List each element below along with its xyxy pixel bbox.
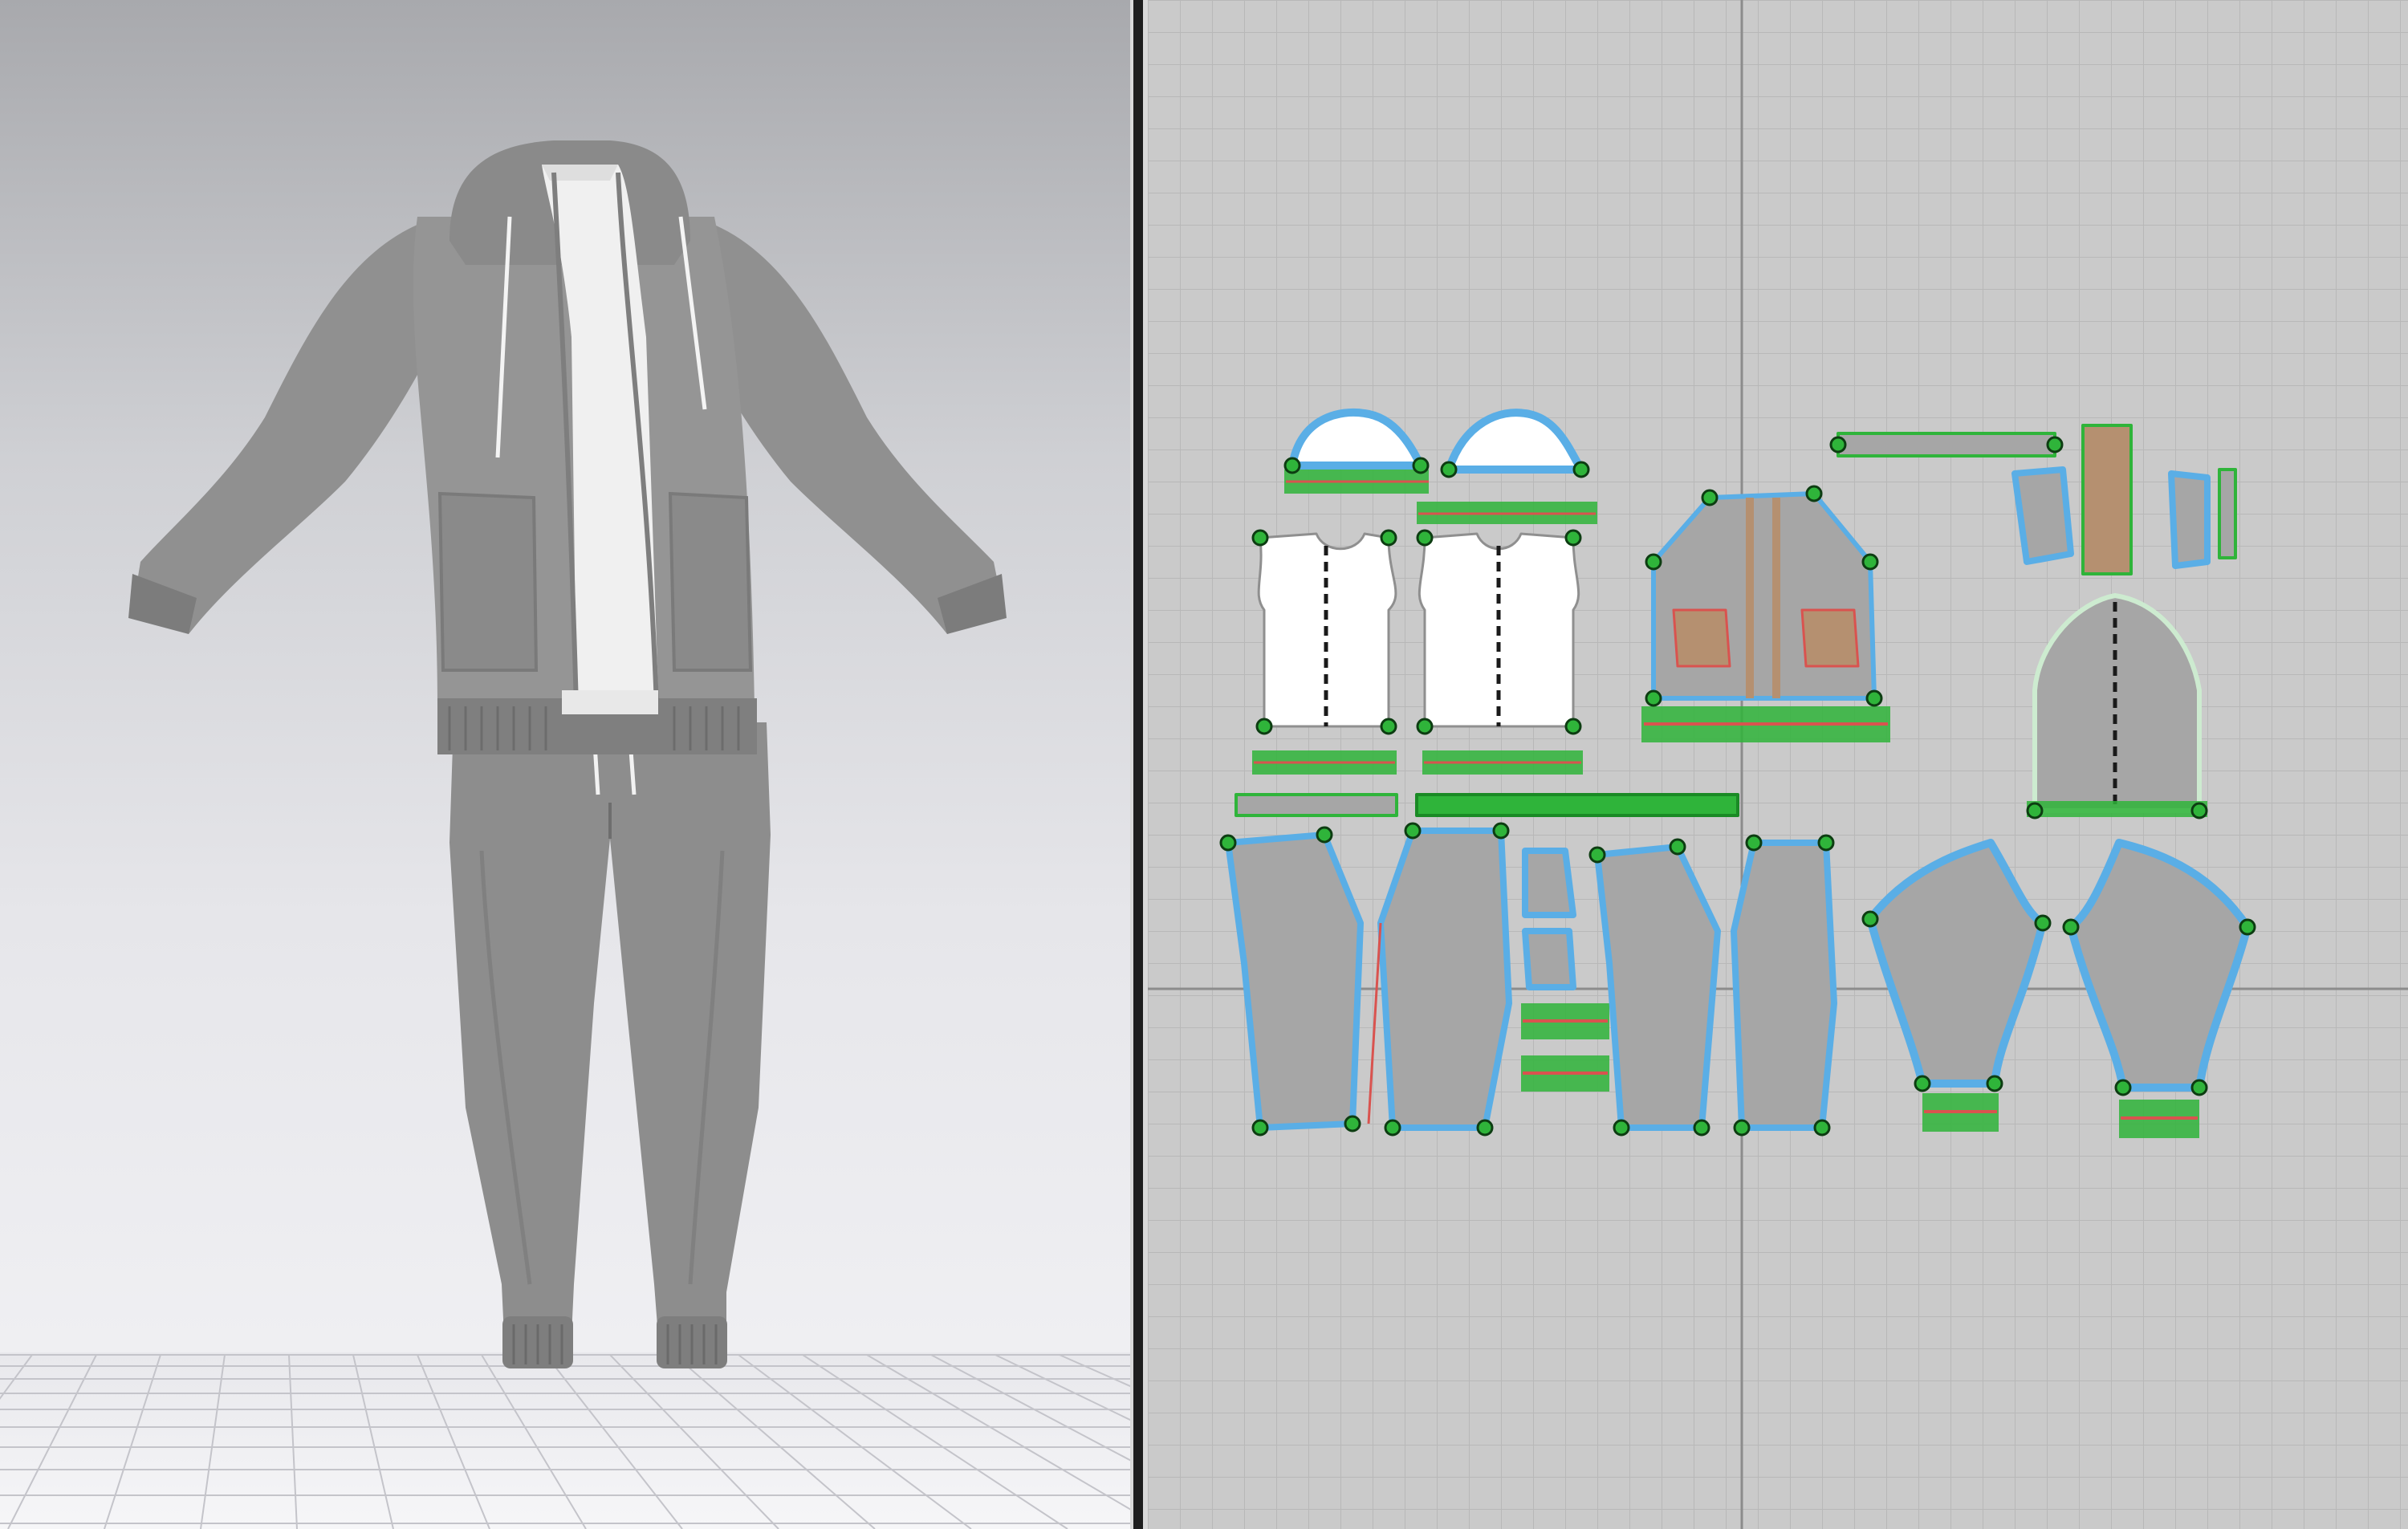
pattern-strip-2[interactable] — [1415, 793, 1739, 817]
zip-hoodie[interactable] — [128, 140, 1007, 754]
pattern-strip-1[interactable] — [1235, 793, 1398, 817]
app-window — [0, 0, 2408, 1529]
jogger-pants[interactable] — [449, 706, 771, 1368]
3d-scene[interactable] — [0, 0, 1130, 1529]
pocket-right — [668, 491, 753, 672]
2d-pattern-viewport[interactable] — [1148, 0, 2408, 1529]
pattern-hood-band[interactable] — [1837, 432, 2056, 457]
2d-pattern-canvas[interactable] — [1148, 0, 2408, 1529]
3d-viewport[interactable] — [0, 0, 1130, 1529]
pattern-pants-right[interactable] — [1521, 840, 1837, 1131]
pocket-left — [437, 491, 539, 672]
grid-floor — [0, 1352, 1130, 1529]
viewport-splitter[interactable] — [1130, 0, 1148, 1529]
